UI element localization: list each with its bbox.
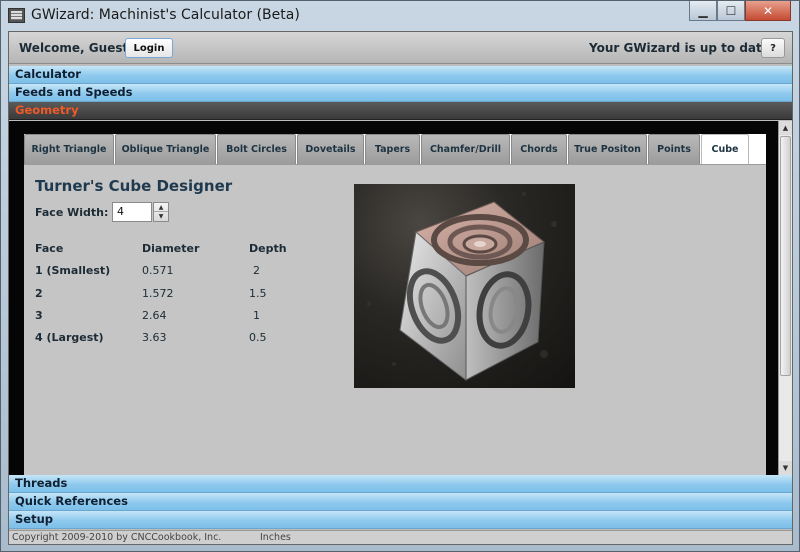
- geometry-tabs: Right Triangle Oblique Triangle Bolt Cir…: [24, 134, 750, 164]
- face-width-input[interactable]: 4: [112, 202, 152, 222]
- col-header-face: Face: [35, 242, 64, 255]
- face-width-spinner: ▲ ▼: [153, 202, 169, 222]
- tab-bolt-circles[interactable]: Bolt Circles: [217, 134, 296, 164]
- spin-up-icon[interactable]: ▲: [154, 203, 168, 212]
- row-3-face: 3: [35, 309, 43, 322]
- update-status-text: Your GWizard is up to date: [589, 41, 770, 55]
- geometry-panel: Right Triangle Oblique Triangle Bolt Cir…: [9, 121, 792, 475]
- scroll-down-icon[interactable]: ▼: [779, 461, 792, 475]
- section-quick-references[interactable]: Quick References: [9, 493, 792, 511]
- cube-illustration: [367, 192, 557, 382]
- tab-true-position[interactable]: True Positon: [568, 134, 647, 164]
- section-setup[interactable]: Setup: [9, 511, 792, 529]
- app-window: GWizard: Machinist's Calculator (Beta) ▁…: [0, 0, 800, 552]
- copyright-text: Copyright 2009-2010 by CNCCookbook, Inc.: [12, 532, 222, 543]
- maximize-button[interactable]: ☐: [717, 1, 745, 21]
- section-feeds-speeds[interactable]: Feeds and Speeds: [9, 84, 792, 102]
- row-2-diameter: 1.572: [142, 287, 174, 300]
- window-title: GWizard: Machinist's Calculator (Beta): [31, 7, 300, 23]
- section-geometry[interactable]: Geometry: [9, 102, 792, 120]
- row-1-diameter: 0.571: [142, 264, 174, 277]
- row-3-diameter: 2.64: [142, 309, 167, 322]
- tab-cube[interactable]: Cube: [701, 134, 749, 164]
- calculator-app-icon: [8, 8, 25, 23]
- row-1-depth: 2: [253, 264, 260, 277]
- row-4-depth: 0.5: [249, 331, 267, 344]
- tab-chamfer-drill[interactable]: Chamfer/Drill: [421, 134, 510, 164]
- row-4-diameter: 3.63: [142, 331, 167, 344]
- minimize-button[interactable]: ▁: [689, 1, 717, 21]
- row-4-face: 4 (Largest): [35, 331, 104, 344]
- section-calculator[interactable]: Calculator: [9, 66, 792, 84]
- row-2-depth: 1.5: [249, 287, 267, 300]
- col-header-depth: Depth: [249, 242, 287, 255]
- spin-down-icon[interactable]: ▼: [154, 212, 168, 221]
- units-text: Inches: [260, 532, 291, 543]
- geometry-tab-area: Right Triangle Oblique Triangle Bolt Cir…: [24, 134, 766, 475]
- cube-designer-content: Turner's Cube Designer Face Width: 4 ▲ ▼…: [24, 164, 766, 475]
- welcome-text: Welcome, Guest!: [19, 41, 134, 55]
- window-controls: ▁ ☐ ✕: [689, 1, 791, 21]
- tab-dovetails[interactable]: Dovetails: [297, 134, 364, 164]
- status-footer: Copyright 2009-2010 by CNCCookbook, Inc.…: [9, 530, 792, 544]
- section-threads[interactable]: Threads: [9, 475, 792, 493]
- scroll-thumb[interactable]: [780, 136, 791, 376]
- close-button[interactable]: ✕: [745, 1, 791, 21]
- tab-oblique-triangle[interactable]: Oblique Triangle: [115, 134, 216, 164]
- row-1-face: 1 (Smallest): [35, 264, 111, 277]
- title-bar[interactable]: GWizard: Machinist's Calculator (Beta) ▁…: [1, 1, 799, 31]
- tab-chords[interactable]: Chords: [511, 134, 567, 164]
- face-width-label: Face Width:: [35, 206, 109, 219]
- designer-title: Turner's Cube Designer: [35, 177, 233, 195]
- scroll-up-icon[interactable]: ▲: [779, 121, 792, 135]
- tab-tapers[interactable]: Tapers: [365, 134, 420, 164]
- row-2-face: 2: [35, 287, 43, 300]
- top-bar: Welcome, Guest! Login Your GWizard is up…: [9, 32, 792, 64]
- row-3-depth: 1: [253, 309, 260, 322]
- login-button[interactable]: Login: [125, 38, 173, 58]
- geometry-scrollbar[interactable]: ▲ ▼: [778, 121, 792, 475]
- col-header-diameter: Diameter: [142, 242, 200, 255]
- tab-right-triangle[interactable]: Right Triangle: [24, 134, 114, 164]
- turners-cube-photo: [354, 184, 575, 388]
- tab-points[interactable]: Points: [648, 134, 700, 164]
- client-area: Welcome, Guest! Login Your GWizard is up…: [8, 31, 793, 545]
- help-button[interactable]: ?: [761, 38, 785, 58]
